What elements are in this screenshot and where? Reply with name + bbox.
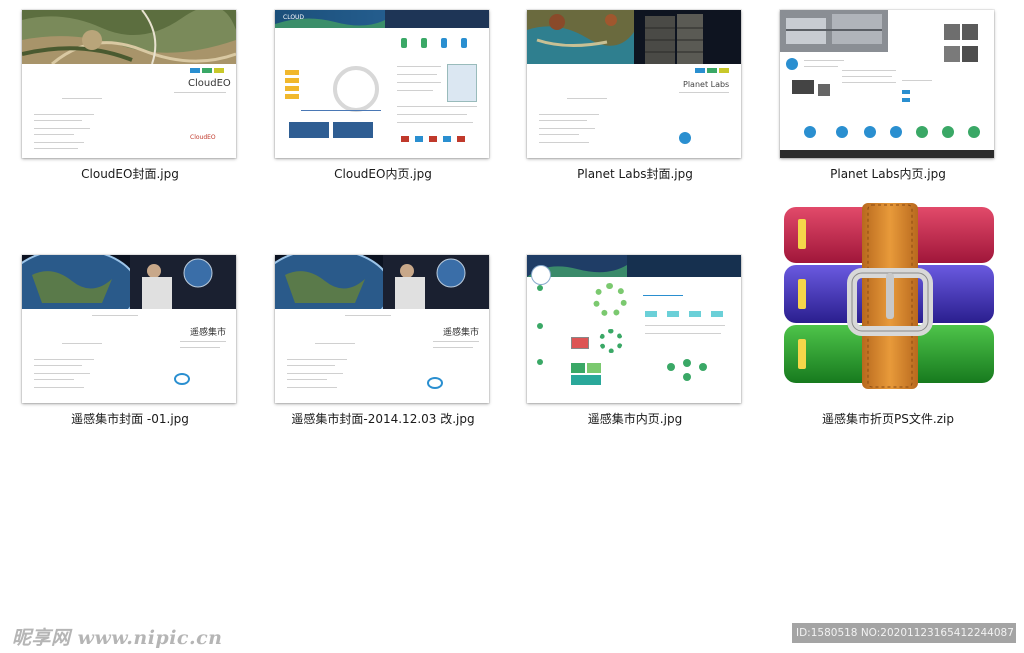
section-icon: [537, 285, 543, 291]
file-name[interactable]: 遥感集市封面-2014.12.03 改.jpg: [273, 410, 493, 427]
brand-logo: CLOUD: [283, 14, 305, 21]
feature-icon: [916, 126, 928, 138]
file-thumbnail[interactable]: 遥感集市: [22, 255, 236, 403]
info-box: [571, 375, 601, 385]
flow-node: [699, 363, 707, 371]
file-name[interactable]: 遥感集市折页PS文件.zip: [778, 410, 998, 427]
file-name[interactable]: 遥感集市封面 -01.jpg: [20, 410, 240, 427]
file-thumbnail[interactable]: CloudEO CloudEO: [22, 10, 236, 158]
product-photo: [818, 84, 830, 96]
file-name[interactable]: CloudEO内页.jpg: [273, 165, 493, 182]
color-swatch: [214, 68, 224, 73]
satellite-image: [962, 46, 978, 62]
file-name[interactable]: Planet Labs封面.jpg: [525, 165, 745, 182]
flow-node: [683, 373, 691, 381]
footer-bar: [780, 150, 994, 158]
section-icon: [537, 323, 543, 329]
info-box: [571, 363, 585, 373]
info-box: [333, 122, 373, 138]
equipment-photo: [780, 10, 888, 52]
color-swatch: [190, 68, 200, 73]
satellite-image: [527, 10, 741, 64]
diagram-ring: [599, 329, 623, 353]
globe-icon: [786, 58, 798, 70]
file-thumbnail[interactable]: Planet Labs: [527, 10, 741, 158]
brand-logo: 遥感集市: [190, 328, 227, 338]
globe-logo-icon: [174, 373, 190, 385]
brand-logo: 遥感集市: [443, 328, 480, 338]
site-watermark: 昵享网 www.nipic.cn: [12, 627, 223, 649]
earth-space-image: [275, 255, 489, 309]
satellite-image: [944, 46, 960, 62]
page-header-image: [527, 255, 741, 277]
feature-icon: [864, 126, 876, 138]
screenshot-image: [447, 64, 477, 102]
file-item[interactable]: 遥感集市 遥感集市封面 -01.jpg: [20, 255, 240, 430]
satellite-image: [962, 24, 978, 40]
flow-node: [667, 363, 675, 371]
file-thumbnail[interactable]: [780, 10, 994, 158]
globe-logo-icon: [679, 132, 691, 144]
color-swatch: [202, 68, 212, 73]
page-header-image: [275, 10, 489, 28]
file-name[interactable]: CloudEO封面.jpg: [20, 165, 240, 182]
satellite-image: [944, 24, 960, 40]
people-icon: [421, 38, 427, 48]
brand-logo: CloudEO: [188, 78, 231, 89]
people-icon: [461, 38, 467, 48]
info-box: [289, 122, 329, 138]
file-item[interactable]: CloudEO CloudEO CloudEO封面.jpg: [20, 10, 240, 185]
chart-icon: [333, 66, 379, 112]
feature-icon: [890, 126, 902, 138]
file-item[interactable]: 遥感集市 遥感集市封面-2014.12.03 改.jpg: [273, 255, 493, 430]
winrar-archive-icon[interactable]: [780, 203, 996, 389]
file-item[interactable]: CLOUD CloudEO内页.jpg: [273, 10, 493, 185]
feature-icon: [836, 126, 848, 138]
feature-icon: [942, 126, 954, 138]
globe-logo-icon: [427, 377, 443, 389]
file-name[interactable]: Planet Labs内页.jpg: [778, 165, 998, 182]
satellite-terrain-image: [22, 10, 236, 64]
section-icon: [537, 359, 543, 365]
laptop-icon: [571, 337, 589, 349]
file-thumbnail[interactable]: 遥感集市: [275, 255, 489, 403]
diagram-ring: [593, 283, 627, 317]
file-item[interactable]: 遥感集市折页PS文件.zip: [778, 195, 998, 430]
color-swatch: [695, 68, 705, 73]
feature-icon: [804, 126, 816, 138]
people-icon: [401, 38, 407, 48]
footer-logo: CloudEO: [190, 134, 216, 141]
file-item[interactable]: Planet Labs Planet Labs封面.jpg: [525, 10, 745, 185]
color-swatch: [707, 68, 717, 73]
flow-node: [683, 359, 691, 367]
people-icon: [441, 38, 447, 48]
file-name[interactable]: 遥感集市内页.jpg: [525, 410, 745, 427]
logo-badge-icon: [531, 265, 551, 285]
feature-icon: [968, 126, 980, 138]
file-thumbnail[interactable]: [527, 255, 741, 403]
partner-logos: [401, 136, 471, 142]
product-photo: [792, 80, 814, 94]
earth-space-image: [22, 255, 236, 309]
file-thumbnail[interactable]: CLOUD: [275, 10, 489, 158]
file-item[interactable]: 遥感集市内页.jpg: [525, 255, 745, 430]
color-swatch: [719, 68, 729, 73]
info-box: [587, 363, 601, 373]
brand-logo: Planet Labs: [683, 80, 730, 89]
id-watermark: ID:1580518 NO:20201123165412244087: [792, 623, 1016, 643]
file-item[interactable]: Planet Labs内页.jpg: [778, 10, 998, 185]
